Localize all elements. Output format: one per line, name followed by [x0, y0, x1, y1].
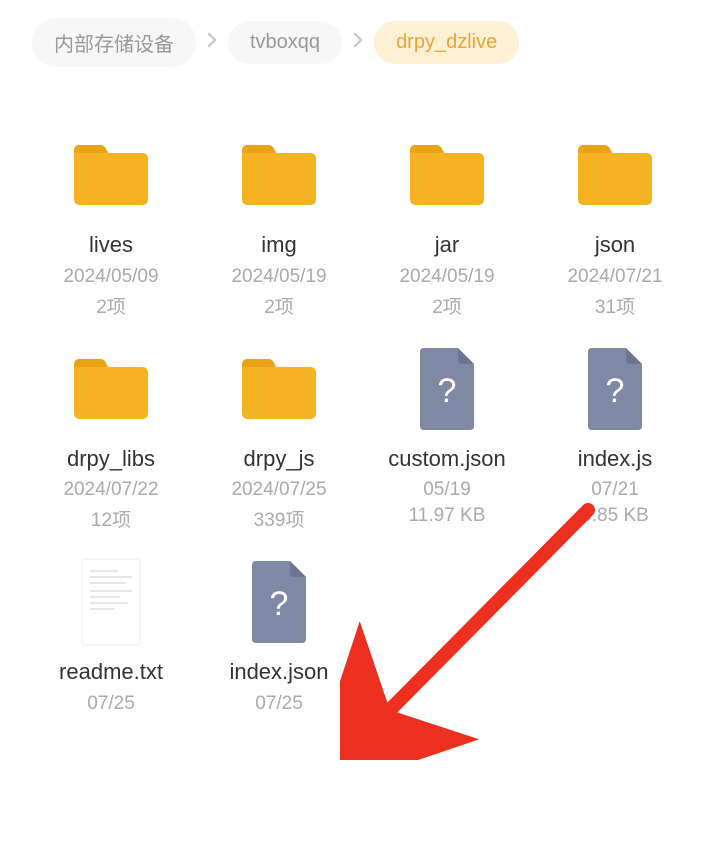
item-name: img	[261, 231, 296, 260]
item-name: lives	[89, 231, 133, 260]
item-meta: 2项	[264, 292, 294, 319]
unknown-file-icon: ?	[397, 339, 497, 439]
folder-icon	[61, 125, 161, 225]
folder-item[interactable]: img 2024/05/19 2项	[200, 125, 358, 319]
svg-text:?: ?	[438, 372, 457, 410]
svg-text:?: ?	[606, 372, 625, 410]
item-date: 2024/05/19	[399, 266, 494, 288]
item-name: readme.txt	[59, 658, 163, 687]
folder-icon	[61, 339, 161, 439]
item-date: 05/19	[423, 479, 471, 501]
breadcrumb-item-parent[interactable]: tvboxqq	[228, 21, 342, 64]
breadcrumb-item-root[interactable]: 内部存储设备	[32, 18, 196, 67]
unknown-file-icon: ?	[229, 552, 329, 652]
file-item[interactable]: ? custom.json 05/19 11.97 KB	[368, 339, 526, 533]
item-date: 2024/05/09	[63, 266, 158, 288]
item-name: drpy_js	[244, 445, 315, 474]
breadcrumb: 内部存储设备 tvboxqq drpy_dzlive	[0, 0, 726, 85]
item-meta: 8.85 KB	[581, 505, 649, 527]
file-item[interactable]: ? index.js 07/21 8.85 KB	[536, 339, 694, 533]
item-date: 2024/07/25	[231, 479, 326, 501]
item-meta: 11.97 KB	[409, 505, 486, 527]
item-date: 2024/07/21	[567, 266, 662, 288]
folder-item[interactable]: json 2024/07/21 31项	[536, 125, 694, 319]
item-name: custom.json	[388, 445, 505, 474]
item-date: 2024/05/19	[231, 266, 326, 288]
item-date: 2024/07/22	[63, 479, 158, 501]
item-meta: 2项	[96, 292, 126, 319]
file-item[interactable]: readme.txt 07/25	[32, 552, 190, 719]
item-name: index.json	[229, 658, 328, 687]
breadcrumb-item-current[interactable]: drpy_dzlive	[374, 21, 519, 64]
item-meta: 339项	[254, 505, 305, 532]
chevron-right-icon	[348, 31, 368, 54]
svg-text:?: ?	[270, 585, 289, 623]
file-grid: lives 2024/05/09 2项 img 2024/05/19 2项 ja…	[0, 85, 726, 729]
folder-icon	[229, 339, 329, 439]
item-name: index.js	[578, 445, 653, 474]
folder-item[interactable]: lives 2024/05/09 2项	[32, 125, 190, 319]
item-meta: 31项	[595, 292, 635, 319]
item-name: drpy_libs	[67, 445, 155, 474]
folder-icon	[565, 125, 665, 225]
item-name: json	[595, 231, 635, 260]
folder-icon	[229, 125, 329, 225]
item-meta: 12项	[91, 505, 131, 532]
item-name: jar	[435, 231, 459, 260]
item-date: 07/21	[591, 479, 639, 501]
item-date: 07/25	[87, 693, 135, 715]
folder-item[interactable]: drpy_js 2024/07/25 339项	[200, 339, 358, 533]
chevron-right-icon	[202, 31, 222, 54]
unknown-file-icon: ?	[565, 339, 665, 439]
item-date: 07/25	[255, 693, 303, 715]
item-meta: 2项	[432, 292, 462, 319]
folder-item[interactable]: jar 2024/05/19 2项	[368, 125, 526, 319]
folder-icon	[397, 125, 497, 225]
folder-item[interactable]: drpy_libs 2024/07/22 12项	[32, 339, 190, 533]
text-file-icon	[61, 552, 161, 652]
file-item[interactable]: ? index.json 07/25	[200, 552, 358, 719]
